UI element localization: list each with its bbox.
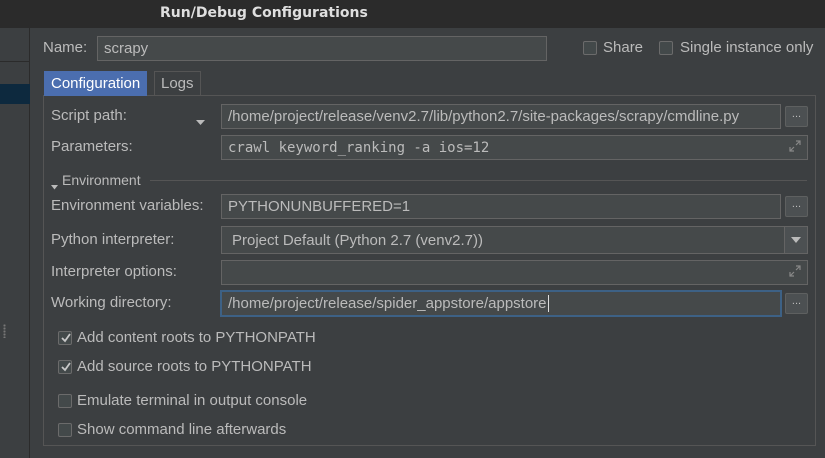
script-path-input[interactable]: /home/project/release/venv2.7/lib/python…: [221, 104, 781, 129]
triangle-down-icon: [196, 120, 205, 125]
tree-toolbar-divider: [0, 61, 30, 62]
env-vars-browse-button[interactable]: ...: [785, 196, 808, 217]
check-icon: [61, 333, 71, 343]
emulate-terminal-label: Emulate terminal in output console: [77, 392, 308, 409]
environment-divider: [150, 180, 807, 181]
triangle-down-icon: [51, 185, 58, 190]
add-source-roots-label: Add source roots to PYTHONPATH: [77, 358, 312, 375]
expand-icon[interactable]: [789, 140, 801, 152]
emulate-terminal-checkbox[interactable]: [58, 394, 72, 408]
script-path-type-dropdown[interactable]: [196, 113, 205, 129]
window-title: Run/Debug Configurations: [160, 5, 368, 21]
parameters-label: Parameters:: [51, 138, 133, 155]
script-path-browse-button[interactable]: ...: [785, 106, 808, 127]
text-caret: [547, 295, 549, 312]
env-vars-label: Environment variables:: [51, 197, 204, 214]
working-directory-value: /home/project/release/spider_appstore/ap…: [228, 295, 547, 312]
tree-selected-item[interactable]: [0, 84, 30, 104]
expand-icon[interactable]: [789, 265, 801, 277]
show-command-line-label: Show command line afterwards: [77, 421, 287, 438]
combo-arrow-icon: [791, 237, 801, 243]
splitter-handle[interactable]: [3, 324, 6, 338]
single-instance-checkbox[interactable]: [659, 41, 673, 55]
add-source-roots-checkbox[interactable]: [58, 360, 72, 374]
share-label: Share: [603, 39, 644, 56]
environment-collapse-toggle[interactable]: [51, 177, 58, 193]
script-path-value: /home/project/release/venv2.7/lib/python…: [228, 108, 740, 125]
working-directory-browse-button[interactable]: ...: [785, 293, 808, 314]
parameters-value: crawl keyword_ranking -a ios=12: [228, 139, 490, 156]
working-directory-input[interactable]: /home/project/release/spider_appstore/ap…: [221, 291, 781, 316]
environment-header: Environment: [62, 172, 141, 188]
check-icon: [61, 362, 71, 372]
interpreter-options-label: Interpreter options:: [51, 263, 177, 280]
env-vars-input[interactable]: PYTHONUNBUFFERED=1: [221, 194, 781, 219]
tab-configuration[interactable]: Configuration: [44, 71, 148, 96]
share-checkbox[interactable]: [583, 41, 597, 55]
name-value: scrapy: [104, 40, 149, 57]
python-interpreter-value: Project Default (Python 2.7 (venv2.7)): [232, 231, 483, 249]
python-interpreter-combo[interactable]: Project Default (Python 2.7 (venv2.7)): [221, 226, 808, 254]
name-input[interactable]: scrapy: [97, 36, 547, 61]
add-content-roots-checkbox[interactable]: [58, 331, 72, 345]
config-tree-pane[interactable]: [0, 28, 30, 458]
working-directory-label: Working directory:: [51, 294, 172, 311]
combo-dropdown-button[interactable]: [784, 227, 807, 253]
python-interpreter-label: Python interpreter:: [51, 231, 175, 248]
show-command-line-checkbox[interactable]: [58, 423, 72, 437]
env-vars-value: PYTHONUNBUFFERED=1: [228, 198, 411, 215]
single-instance-label: Single instance only: [680, 39, 814, 56]
interpreter-options-input[interactable]: [221, 260, 808, 285]
parameters-input[interactable]: crawl keyword_ranking -a ios=12: [221, 135, 808, 160]
name-label: Name:: [43, 39, 88, 56]
add-content-roots-label: Add content roots to PYTHONPATH: [77, 329, 316, 346]
title-bar: Run/Debug Configurations: [0, 0, 825, 28]
tab-logs[interactable]: Logs: [154, 71, 201, 96]
script-path-label: Script path:: [51, 107, 127, 124]
